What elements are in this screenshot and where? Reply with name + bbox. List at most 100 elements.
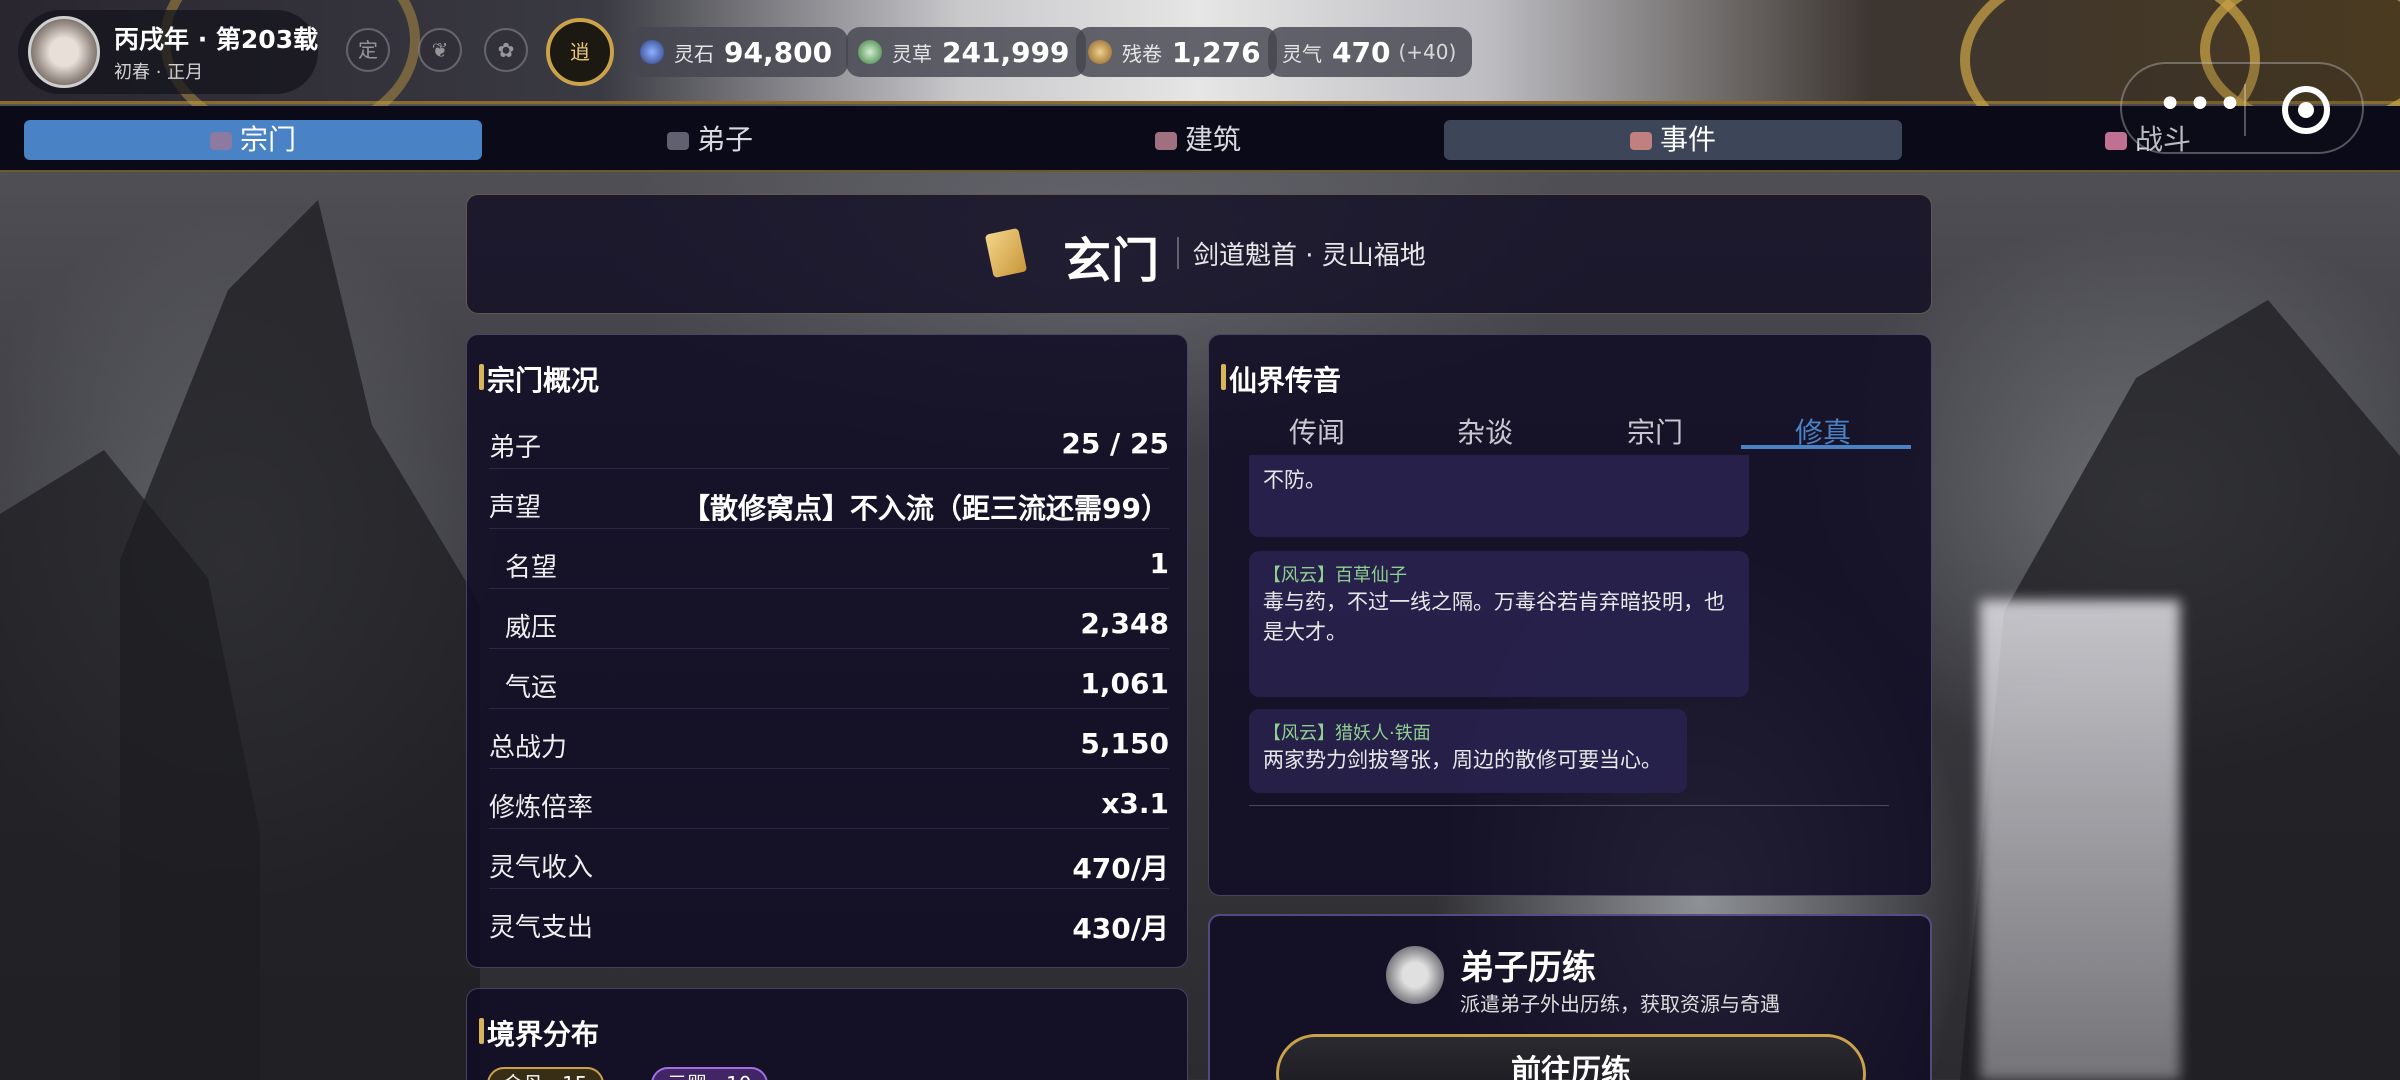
stat-label: 总战力 xyxy=(489,733,568,763)
realm-distribution-panel: 境界分布 金丹 · 15 元婴 · 10 xyxy=(466,988,1188,1080)
sect-icon xyxy=(209,132,232,150)
main-nav: 宗门 弟子 建筑 事件 战斗 xyxy=(0,106,2400,172)
stat-value: 2,348 xyxy=(1080,607,1169,640)
stat-row-reputation: 声望 【散修窝点】不入流（距三流还需99） xyxy=(489,475,1169,529)
waterfall xyxy=(1980,600,2180,1080)
year-label: 丙戌年 · 第203载 xyxy=(114,25,319,54)
stat-row-fame: 名望 1 xyxy=(489,535,1169,589)
stat-row-prestige: 威压 2,348 xyxy=(489,595,1169,649)
tab-events[interactable]: 事件 xyxy=(1444,120,1902,160)
resource-spirit-herb: 灵草 241,999 xyxy=(846,27,1086,77)
season-label: 初春 · 正月 xyxy=(114,62,204,83)
news-tab-rumor[interactable]: 传闻 xyxy=(1289,411,1345,451)
news-message: 【风云】猎妖人·铁面 两家势力剑拔弩张，周边的散修可要当心。 xyxy=(1249,709,1687,793)
more-icon[interactable]: ••• xyxy=(2152,83,2252,130)
tab-buildings[interactable]: 建筑 xyxy=(970,120,1426,160)
active-tab-indicator xyxy=(1741,445,1911,449)
tab-label: 建筑 xyxy=(1184,123,1241,156)
stat-value: 5,150 xyxy=(1080,727,1169,760)
message-text: 毒与药，不过一线之隔。万毒谷若肯弃暗投明，也是大才。 xyxy=(1263,590,1725,644)
resource-delta: (+40) xyxy=(1398,40,1457,64)
news-tab-sect[interactable]: 宗门 xyxy=(1627,411,1683,451)
resource-spirit-stone: 灵石 94,800 xyxy=(628,27,849,77)
tab-label: 弟子 xyxy=(696,123,753,156)
top-bar: 丙戌年 · 第203载 初春 · 正月 定 ❦ ✿ 逍 灵石 94,800 灵草… xyxy=(0,0,2400,160)
leaf-icon[interactable]: ❦ xyxy=(418,28,462,72)
resource-label: 残卷 xyxy=(1122,41,1162,66)
stat-value: 25 / 25 xyxy=(1061,427,1169,460)
resource-scroll-fragment: 残卷 1,276 xyxy=(1076,27,1277,77)
miniprogram-capsule: ••• xyxy=(2120,62,2364,154)
training-icon xyxy=(1386,946,1444,1004)
resource-label: 灵气 xyxy=(1282,41,1322,66)
stat-value: 470/月 xyxy=(1072,852,1169,885)
stat-label: 修炼倍率 xyxy=(489,793,594,823)
tab-disciples[interactable]: 弟子 xyxy=(482,120,938,160)
stat-row-power: 总战力 5,150 xyxy=(489,715,1169,769)
go-training-button[interactable]: 前往历练 xyxy=(1276,1034,1866,1080)
message-text: 不防。 xyxy=(1263,468,1326,492)
sect-overview-panel: 宗门概况 弟子 25 / 25 声望 【散修窝点】不入流（距三流还需99） 名望 1 … xyxy=(466,334,1188,968)
stat-row-fortune: 气运 1,061 xyxy=(489,655,1169,709)
sect-profile[interactable]: 丙戌年 · 第203载 初春 · 正月 xyxy=(18,10,318,94)
sect-title-panel: 玄门 剑道魁首 · 灵山福地 xyxy=(466,194,1932,314)
realm-title: 境界分布 xyxy=(478,1013,599,1053)
scroll-icon xyxy=(984,227,1028,279)
training-subtitle: 派遣弟子外出历练，获取资源与奇遇 xyxy=(1460,992,1780,1016)
sect-description: 剑道魁首 · 灵山福地 xyxy=(1193,241,1426,271)
realm-chip[interactable]: 元婴 · 10 xyxy=(651,1067,768,1080)
news-divider xyxy=(1249,805,1889,806)
sect-avatar[interactable] xyxy=(28,16,100,88)
disciple-icon xyxy=(666,132,689,150)
speed-button[interactable]: 逍 xyxy=(546,18,614,86)
resource-value: 241,999 xyxy=(942,35,1070,69)
training-title: 弟子历练 xyxy=(1460,948,1596,988)
immortal-news-panel: 仙界传音 传闻 杂谈 宗门 修真 不防。 【风云】百草仙子 毒与药，不过一线之隔… xyxy=(1208,334,1932,896)
resource-label: 灵石 xyxy=(674,41,714,66)
resource-value: 1,276 xyxy=(1172,35,1261,69)
stat-row-disciples: 弟子 25 / 25 xyxy=(489,415,1169,469)
stat-row-qi-income: 灵气收入 470/月 xyxy=(489,835,1169,889)
stat-value: x3.1 xyxy=(1101,787,1169,820)
disciple-training-panel: 弟子历练 派遣弟子外出历练，获取资源与奇遇 前往历练 xyxy=(1208,914,1932,1080)
title-divider xyxy=(1177,237,1179,269)
ding-button[interactable]: 定 xyxy=(346,28,390,72)
stat-value: 430/月 xyxy=(1072,912,1169,945)
flower-icon[interactable]: ✿ xyxy=(484,28,528,72)
resource-spirit-qi: 灵气 470 (+40) xyxy=(1268,27,1473,77)
news-message-list[interactable]: 不防。 【风云】百草仙子 毒与药，不过一线之隔。万毒谷若肯弃暗投明，也是大才。 … xyxy=(1209,455,1933,805)
stat-label: 弟子 xyxy=(489,433,542,463)
stat-label: 灵气收入 xyxy=(489,853,594,883)
stat-label: 灵气支出 xyxy=(489,913,594,943)
spirit-stone-icon xyxy=(640,40,664,64)
tab-label: 事件 xyxy=(1659,123,1716,156)
message-text: 两家势力剑拔弩张，周边的散修可要当心。 xyxy=(1263,748,1662,772)
stat-value: 1,061 xyxy=(1080,667,1169,700)
event-icon xyxy=(1629,132,1652,150)
resource-label: 灵草 xyxy=(892,41,932,66)
message-author: 【风云】百草仙子 xyxy=(1263,565,1407,586)
tab-sect[interactable]: 宗门 xyxy=(24,120,482,160)
stat-row-cultivation-rate: 修炼倍率 x3.1 xyxy=(489,775,1169,829)
news-title: 仙界传音 xyxy=(1220,359,1341,399)
overview-title: 宗门概况 xyxy=(478,359,599,399)
stat-label: 气运 xyxy=(505,673,558,703)
stat-label: 声望 xyxy=(489,493,542,523)
news-message: 【风云】百草仙子 毒与药，不过一线之隔。万毒谷若肯弃暗投明，也是大才。 xyxy=(1249,551,1749,697)
close-target-icon[interactable] xyxy=(2282,86,2330,134)
capsule-divider xyxy=(2244,84,2246,136)
realm-chip[interactable]: 金丹 · 15 xyxy=(487,1067,604,1080)
tab-label: 宗门 xyxy=(239,123,296,156)
stat-value: 【散修窝点】不入流（距三流还需99） xyxy=(682,492,1169,525)
stat-label: 名望 xyxy=(505,553,558,583)
news-message: 不防。 xyxy=(1249,455,1749,537)
sect-name: 玄门 xyxy=(1063,233,1160,289)
stat-row-qi-expense: 灵气支出 430/月 xyxy=(489,895,1169,949)
news-tab-chat[interactable]: 杂谈 xyxy=(1457,411,1513,451)
stat-label: 威压 xyxy=(505,613,558,643)
message-author: 【风云】猎妖人·铁面 xyxy=(1263,723,1431,744)
building-icon xyxy=(1154,132,1177,150)
resource-value: 470 xyxy=(1332,35,1391,69)
scroll-fragment-icon xyxy=(1088,40,1112,64)
resource-value: 94,800 xyxy=(724,35,833,69)
